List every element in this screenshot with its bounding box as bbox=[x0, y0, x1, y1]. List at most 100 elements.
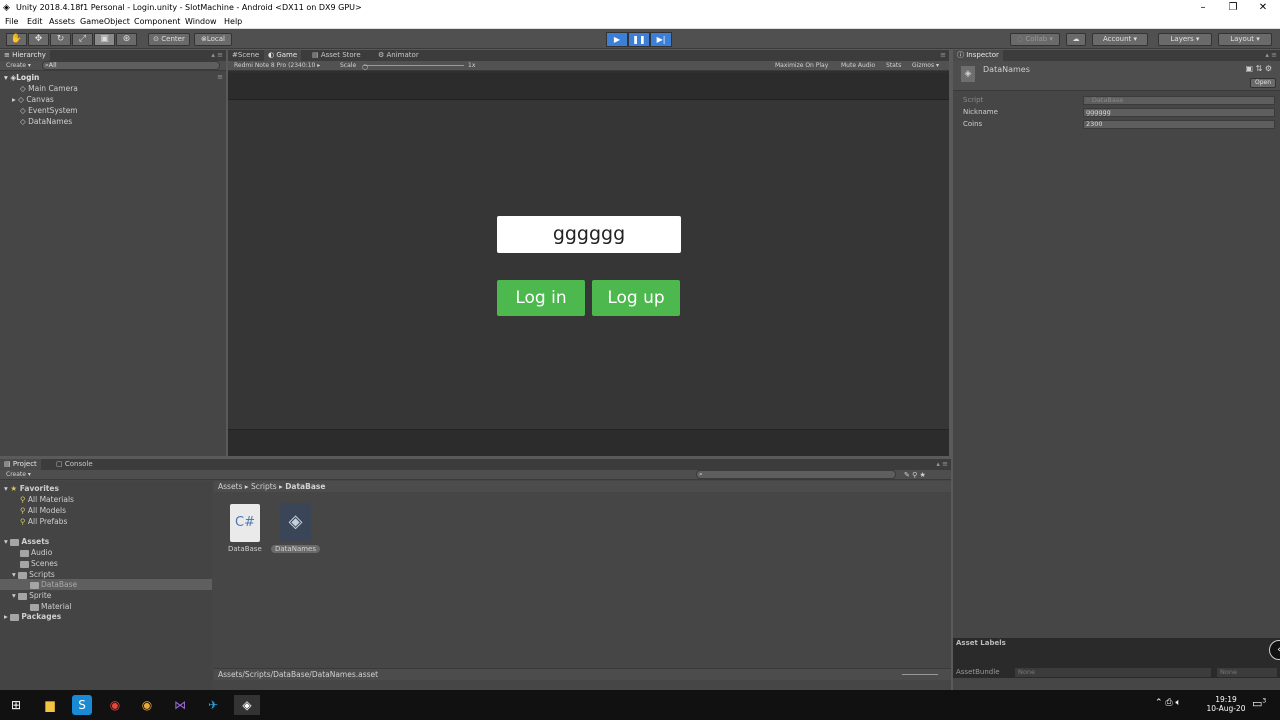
field-coins[interactable]: 2300 bbox=[1083, 120, 1275, 129]
field-nickname[interactable]: gggggg bbox=[1083, 108, 1275, 117]
breadcrumb-assets[interactable]: Assets bbox=[218, 482, 242, 491]
collab-button[interactable]: ◌ Collab ▾ bbox=[1010, 33, 1060, 46]
rect-tool-icon[interactable]: ▣ bbox=[94, 33, 115, 46]
menu-component[interactable]: Component bbox=[134, 17, 180, 26]
scale-slider[interactable] bbox=[364, 65, 464, 66]
windows-start-icon[interactable]: ⊞ bbox=[6, 695, 26, 715]
tab-asset-store-label: Asset Store bbox=[320, 51, 361, 59]
unity-icon[interactable]: ◈ bbox=[280, 503, 311, 541]
tab-animator[interactable]: ⚙ Animator bbox=[374, 50, 423, 61]
tab-scene[interactable]: #Scene bbox=[228, 50, 263, 61]
pivot-center-button[interactable]: ⊙ Center bbox=[148, 33, 190, 46]
mute-audio-toggle[interactable]: Mute Audio bbox=[841, 61, 875, 71]
inspector-settings-icon[interactable]: ▣ ⇅ ⚙ bbox=[1245, 64, 1272, 73]
project-search-input[interactable]: ⌕ bbox=[696, 470, 896, 479]
gizmos-label: Gizmos bbox=[912, 62, 935, 69]
assets-node[interactable]: ▾ Assets bbox=[4, 537, 49, 546]
scene-menu-icon[interactable]: ≡ bbox=[217, 73, 223, 81]
maximize-button[interactable]: ❐ bbox=[1218, 0, 1248, 15]
play-button[interactable]: ▶ bbox=[606, 32, 628, 47]
transform-tool-icon[interactable]: ⊛ bbox=[116, 33, 137, 46]
stats-toggle[interactable]: Stats bbox=[886, 61, 901, 71]
scale-slider-thumb[interactable]: ○ bbox=[362, 62, 368, 72]
logup-button[interactable]: Log up bbox=[592, 280, 680, 316]
minimize-button[interactable]: – bbox=[1188, 0, 1218, 15]
menu-window[interactable]: Window bbox=[185, 17, 217, 26]
hierarchy-panel: ≡ Hierarchy ▴ ≡ Create ▾ ⌕All ▾ ◈Login ≡… bbox=[0, 50, 226, 456]
tab-asset-store[interactable]: ▤ Asset Store bbox=[308, 50, 365, 61]
folder-item[interactable]: ▾ Sprite bbox=[12, 591, 51, 600]
open-button[interactable]: Open bbox=[1250, 78, 1276, 88]
scene-root-login[interactable]: ▾ ◈Login bbox=[4, 73, 39, 82]
favorite-item[interactable]: ⚲ All Models bbox=[20, 506, 66, 515]
tab-hierarchy[interactable]: ≡ Hierarchy bbox=[0, 50, 50, 61]
pause-button[interactable]: ❚❚ bbox=[628, 32, 650, 47]
account-dropdown[interactable]: Account ▾ bbox=[1092, 33, 1148, 46]
favorites-node[interactable]: ▾ ★ Favorites bbox=[4, 484, 59, 493]
tab-console[interactable]: ▢ Console bbox=[52, 459, 97, 470]
chrome-icon[interactable]: ◉ bbox=[105, 695, 125, 715]
skype-icon[interactable]: S bbox=[72, 695, 92, 715]
login-button[interactable]: Log in bbox=[497, 280, 585, 316]
gizmos-dropdown[interactable]: Gizmos ▾ bbox=[912, 61, 939, 71]
hand-tool-icon[interactable]: ✋ bbox=[6, 33, 27, 46]
layout-dropdown[interactable]: Layout ▾ bbox=[1218, 33, 1272, 46]
hierarchy-tab-label: Hierarchy bbox=[12, 51, 46, 59]
resolution-dropdown[interactable]: Redmi Note 8 Pro (2340:10 ▸ bbox=[234, 61, 320, 71]
menu-edit[interactable]: Edit bbox=[27, 17, 43, 26]
menu-help[interactable]: Help bbox=[224, 17, 242, 26]
clock[interactable]: 19:19 10-Aug-20 bbox=[1206, 695, 1246, 713]
menu-assets[interactable]: Assets bbox=[49, 17, 75, 26]
main-toolbar: ✋ ✥ ↻ ⤢ ▣ ⊛ ⊙ Center ⊗Local ▶ ❚❚ ▶| ◌ Co… bbox=[0, 29, 1280, 49]
tab-inspector[interactable]: ⓘ Inspector bbox=[953, 50, 1003, 61]
project-create-button[interactable]: Create ▾ bbox=[6, 470, 31, 480]
step-button[interactable]: ▶| bbox=[650, 32, 672, 47]
folder-item-selected[interactable]: DataBase bbox=[30, 580, 77, 589]
close-button[interactable]: ✕ bbox=[1248, 0, 1278, 15]
hierarchy-item[interactable]: ◇ EventSystem bbox=[20, 106, 78, 115]
filter-icons[interactable]: ✎ ⚲ ★ bbox=[904, 470, 926, 480]
hierarchy-item[interactable]: ◇ DataNames bbox=[20, 117, 72, 126]
chrome-dev-icon[interactable]: ◉ bbox=[137, 695, 157, 715]
hierarchy-create-button[interactable]: Create ▾ bbox=[6, 61, 31, 71]
center-panel-menu-icon[interactable]: ≡ bbox=[940, 51, 946, 59]
folder-item[interactable]: Material bbox=[30, 602, 71, 611]
pivot-local-button[interactable]: ⊗Local bbox=[194, 33, 232, 46]
cloud-icon[interactable]: ☁ bbox=[1066, 33, 1086, 46]
scale-value: 1x bbox=[468, 62, 476, 69]
breadcrumb-scripts[interactable]: Scripts bbox=[251, 482, 277, 491]
packages-node[interactable]: ▸ Packages bbox=[4, 612, 61, 621]
hierarchy-search-input[interactable]: ⌕All bbox=[42, 61, 220, 70]
tab-project[interactable]: ▤ Project bbox=[0, 459, 41, 470]
telegram-icon[interactable]: ✈ bbox=[203, 695, 223, 715]
menu-gameobject[interactable]: GameObject bbox=[80, 17, 130, 26]
file-explorer-icon[interactable]: ▆ bbox=[40, 695, 60, 715]
layers-dropdown[interactable]: Layers ▾ bbox=[1158, 33, 1212, 46]
hierarchy-item[interactable]: ◇ Main Camera bbox=[20, 84, 78, 93]
favorite-item[interactable]: ⚲ All Materials bbox=[20, 495, 74, 504]
nickname-input[interactable]: gggggg bbox=[497, 216, 681, 253]
icon-size-slider[interactable] bbox=[902, 674, 938, 675]
scale-tool-icon[interactable]: ⤢ bbox=[72, 33, 93, 46]
folder-item[interactable]: ▾ Scripts bbox=[12, 570, 55, 579]
tab-game[interactable]: ◐ Game bbox=[264, 50, 302, 61]
folder-item[interactable]: Audio bbox=[20, 548, 52, 557]
folder-item[interactable]: Scenes bbox=[20, 559, 58, 568]
panel-menu-icon[interactable]: ▴ ≡ bbox=[211, 51, 223, 59]
move-tool-icon[interactable]: ✥ bbox=[28, 33, 49, 46]
favorite-item[interactable]: ⚲ All Prefabs bbox=[20, 517, 67, 526]
menu-file[interactable]: File bbox=[5, 17, 18, 26]
hierarchy-item[interactable]: ▸ ◇ Canvas bbox=[12, 95, 54, 104]
notifications-icon[interactable]: ▭3 bbox=[1252, 697, 1266, 710]
maximize-on-play-toggle[interactable]: Maximize On Play bbox=[775, 61, 828, 71]
unity-taskbar-icon[interactable]: ◈ bbox=[234, 695, 260, 715]
project-menu-icon[interactable]: ▴ ≡ bbox=[936, 460, 948, 468]
asset-variant-dropdown[interactable]: None bbox=[1217, 668, 1277, 677]
inspector-lock-icon[interactable]: ▴ ≡ bbox=[1265, 51, 1277, 59]
breadcrumb-database[interactable]: DataBase bbox=[285, 482, 325, 491]
csharp-file-icon[interactable]: C# bbox=[230, 504, 260, 542]
asset-bundle-dropdown[interactable]: None bbox=[1015, 668, 1211, 677]
visual-studio-icon[interactable]: ⋈ bbox=[170, 695, 190, 715]
system-tray-icons[interactable]: ⌃ ⎙ 🔈︎ bbox=[1155, 698, 1181, 708]
rotate-tool-icon[interactable]: ↻ bbox=[50, 33, 71, 46]
